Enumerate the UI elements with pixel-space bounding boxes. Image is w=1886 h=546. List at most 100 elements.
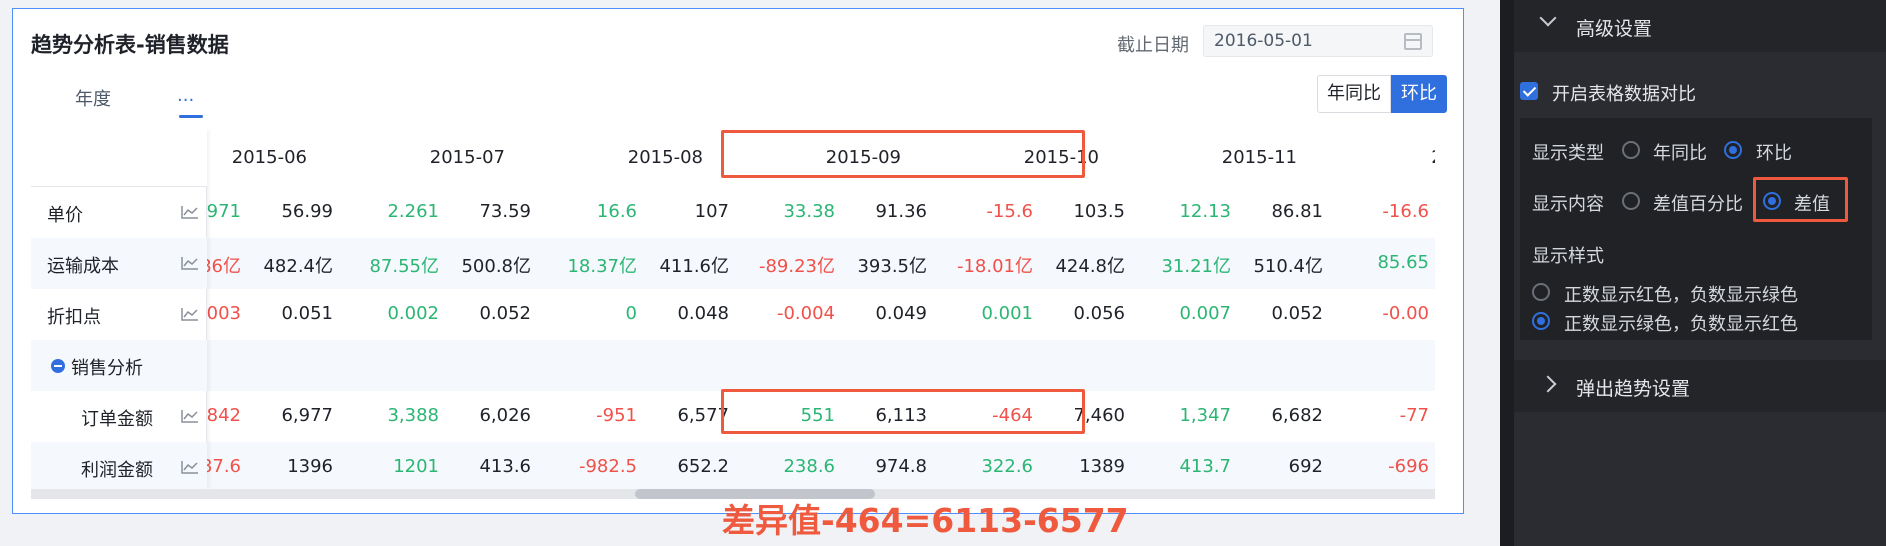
row-label-column: 单价 运输成本 折扣点 销售分析 订单金额 利润金额 [31, 129, 207, 489]
trend-table-card: 趋势分析表-销售数据 截止日期 2016-05-01 年度 ... 年同比 环比… [12, 8, 1464, 514]
highlight-header-box [721, 130, 1085, 178]
row-label: 折扣点 [47, 307, 101, 328]
page-title: 趋势分析表-销售数据 [31, 33, 229, 57]
table-group-row [31, 340, 1435, 391]
mom-toggle-button[interactable]: 环比 [1391, 75, 1447, 113]
trend-chart-icon[interactable] [181, 409, 199, 423]
column-header: 2015-1 [1295, 147, 1435, 168]
table-cell: 1201 [393, 456, 439, 477]
table-cell: 411.6亿 [659, 256, 729, 277]
panel-divider [1500, 0, 1514, 546]
display-style-label: 显示样式 [1532, 246, 1604, 267]
section-title: 高级设置 [1576, 18, 1653, 40]
highlight-diff-option [1753, 177, 1848, 222]
row-label-discount: 折扣点 [31, 289, 207, 340]
table-cell: 0.052 [1271, 303, 1323, 324]
active-tab-indicator [179, 115, 203, 118]
table-cell: -15.6 [986, 201, 1033, 222]
table-cell: -89.23亿 [758, 256, 835, 277]
row-label: 利润金额 [81, 460, 153, 481]
table-cell: 424.8亿 [1055, 256, 1125, 277]
table-cell: 0.049 [875, 303, 927, 324]
row-group-sales-analysis[interactable]: 销售分析 [31, 340, 207, 391]
trend-table: 2015-06 2015-07 2015-08 2015-09 2015-10 … [31, 129, 1435, 489]
trend-chart-icon[interactable] [181, 307, 199, 321]
column-header: 2015-11 [1221, 147, 1297, 168]
display-type-yoy-radio[interactable] [1622, 141, 1640, 159]
trend-chart-icon[interactable] [181, 460, 199, 474]
row-label-profit-amount: 利润金额 [31, 442, 207, 489]
advanced-settings-header[interactable]: 高级设置 [1514, 0, 1886, 52]
row-label-header [31, 129, 207, 187]
table-cell: 107 [694, 201, 729, 222]
table-cell: -0.00 [1382, 303, 1429, 324]
table-cell: -696 [1388, 456, 1429, 477]
table-cell: 322.6 [981, 456, 1033, 477]
table-cell: 31.21亿 [1161, 256, 1231, 277]
report-area: 趋势分析表-销售数据 截止日期 2016-05-01 年度 ... 年同比 环比… [0, 0, 1500, 546]
cutoff-date-value: 2016-05-01 [1214, 31, 1313, 51]
display-content-percent-radio[interactable] [1622, 192, 1640, 210]
tab-more[interactable]: ... [177, 85, 194, 106]
table-cell: -77 [1399, 405, 1429, 426]
table-cell: 12.13 [1179, 201, 1231, 222]
table-cell: 56.99 [281, 201, 333, 222]
display-content-label: 显示内容 [1532, 194, 1604, 215]
table-cell: 692 [1288, 456, 1323, 477]
table-cell: 974.8 [875, 456, 927, 477]
popup-trend-settings-header[interactable]: 弹出趋势设置 [1514, 360, 1886, 412]
collapse-icon[interactable] [51, 359, 65, 373]
highlight-order-box [721, 389, 1085, 434]
style-green-positive-label: 正数显示绿色，负数显示红色 [1564, 314, 1798, 335]
cutoff-date-picker[interactable]: 2016-05-01 [1203, 25, 1433, 57]
table-cell: 0.007 [1179, 303, 1231, 324]
table-cell: 85.65 [1377, 252, 1429, 273]
display-type-mom-label: 环比 [1756, 143, 1792, 164]
column-header: 2015-07 [429, 147, 505, 168]
row-label: 订单金额 [81, 409, 153, 430]
column-header: 2015-08 [627, 147, 703, 168]
table-cell: 86.81 [1271, 201, 1323, 222]
table-cell: 103.5 [1073, 201, 1125, 222]
table-cell: 6,682 [1271, 405, 1323, 426]
tab-year[interactable]: 年度 [75, 85, 111, 111]
row-label: 运输成本 [47, 256, 119, 277]
table-cell: 500.8亿 [461, 256, 531, 277]
table-cell: 1396 [287, 456, 333, 477]
trend-chart-icon[interactable] [181, 256, 199, 270]
table-cell: -0.004 [776, 303, 835, 324]
table-cell: 1,347 [1179, 405, 1231, 426]
chevron-right-icon [1539, 375, 1557, 393]
table-cell: 0.002 [387, 303, 439, 324]
table-cell: 0 [625, 303, 637, 324]
table-cell: 6,977 [281, 405, 333, 426]
yoy-toggle-button[interactable]: 年同比 [1317, 75, 1391, 113]
enable-compare-checkbox[interactable] [1520, 82, 1538, 100]
style-green-positive-radio[interactable] [1532, 312, 1550, 330]
table-cell: 33.38 [783, 201, 835, 222]
calendar-icon[interactable] [1404, 33, 1422, 50]
table-cell: 0.048 [677, 303, 729, 324]
table-cell: -18.01亿 [956, 256, 1033, 277]
table-cell: 3,388 [387, 405, 439, 426]
display-type-yoy-label: 年同比 [1653, 143, 1707, 164]
trend-chart-icon[interactable] [181, 205, 199, 219]
chevron-down-icon [1539, 9, 1557, 27]
table-cell: 6,026 [479, 405, 531, 426]
table-cell: 482.4亿 [263, 256, 333, 277]
row-label-unit-price: 单价 [31, 187, 207, 238]
difference-annotation: 差异值-464=6113-6577 [722, 501, 1129, 540]
table-cell: 0.001 [981, 303, 1033, 324]
table-cell: 16.6 [596, 201, 637, 222]
table-cell: 0.052 [479, 303, 531, 324]
display-type-mom-radio[interactable] [1724, 141, 1742, 159]
table-cell: 0.056 [1073, 303, 1125, 324]
table-cell: 652.2 [677, 456, 729, 477]
style-red-positive-label: 正数显示红色，负数显示绿色 [1564, 285, 1798, 306]
enable-compare-label: 开启表格数据对比 [1552, 84, 1696, 105]
row-label-shipping-cost: 运输成本 [31, 238, 207, 289]
table-cell: 73.59 [479, 201, 531, 222]
row-group-label: 销售分析 [71, 358, 143, 379]
style-red-positive-radio[interactable] [1532, 283, 1550, 301]
table-cell: 87.55亿 [369, 256, 439, 277]
